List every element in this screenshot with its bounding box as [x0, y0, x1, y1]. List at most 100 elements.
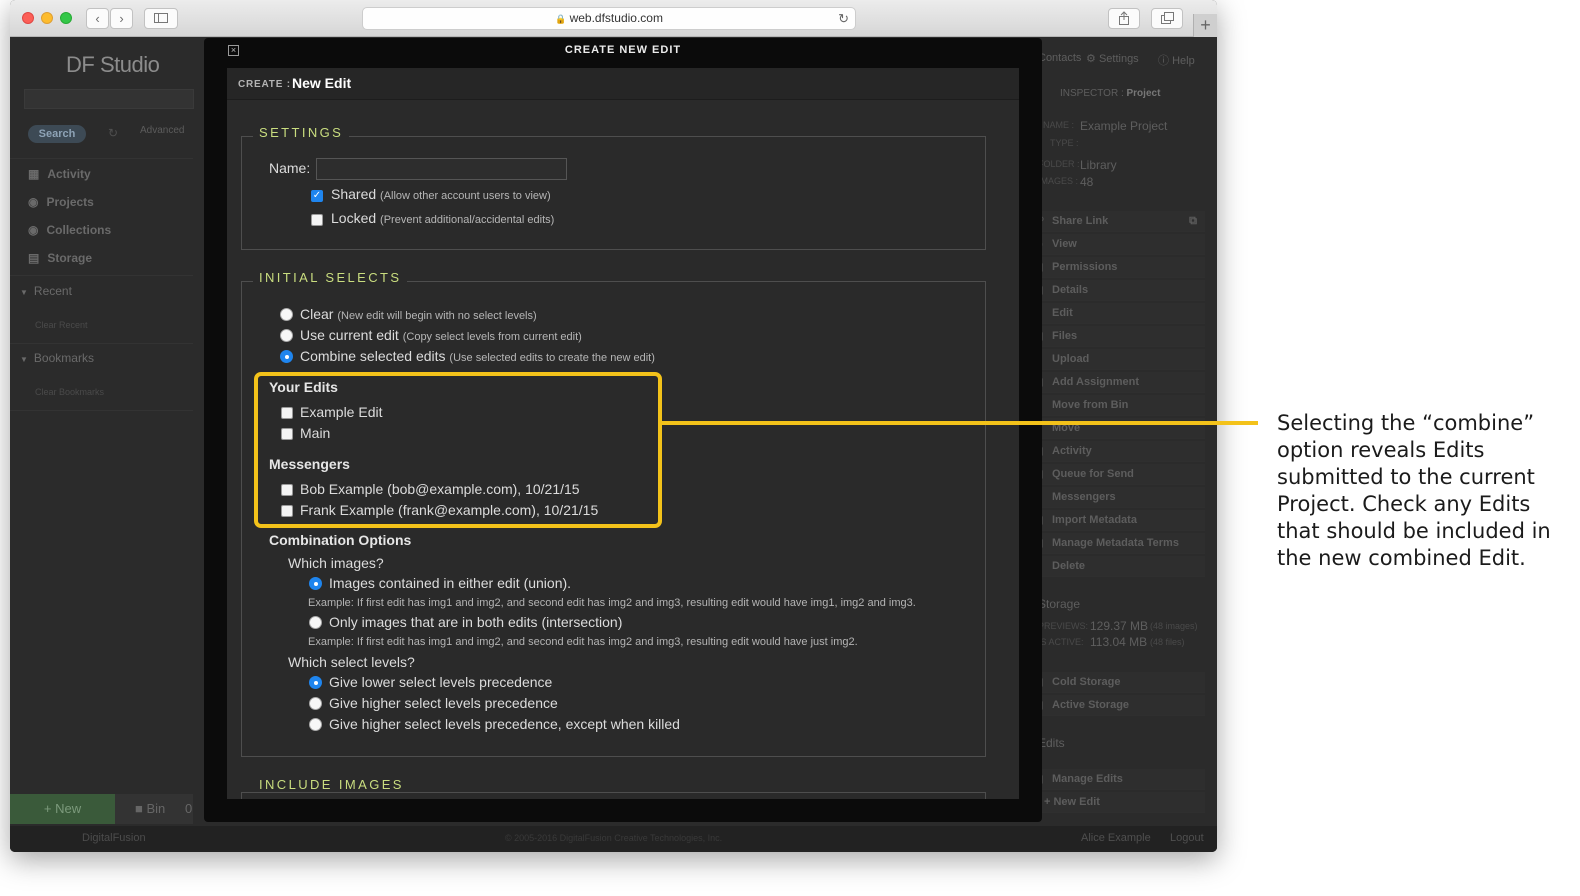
action-files[interactable]: ▤Files: [1030, 326, 1205, 347]
reset-icon[interactable]: ↻: [108, 126, 118, 140]
sidebar-footer: + New ■ Bin 0: [10, 794, 193, 824]
settings-legend: SETTINGS: [253, 125, 350, 140]
triangle-down-icon: ▼: [20, 288, 28, 297]
recent-section-toggle[interactable]: ▼ Recent: [20, 284, 72, 298]
sidebar-search-input[interactable]: [24, 89, 194, 109]
lock-icon: 🔒: [555, 14, 567, 24]
back-button[interactable]: ‹: [86, 8, 109, 29]
previews-key: PREVIEWS:: [1038, 621, 1089, 631]
inspector-name-value: Example Project: [1080, 119, 1168, 133]
footer-user[interactable]: Alice Example: [1081, 832, 1151, 844]
include-images-legend: INCLUDE IMAGES: [253, 777, 410, 792]
inspector-folder-value: Library: [1080, 158, 1117, 172]
activity-icon: ▦: [28, 167, 40, 181]
tabs-overview-button[interactable]: [1151, 8, 1183, 29]
inspector-type-key: TYPE :: [1050, 138, 1079, 148]
locked-checkbox[interactable]: [311, 214, 323, 226]
nav-contacts[interactable]: Contacts: [1038, 52, 1081, 64]
annotation-text: Selecting the “combine” option reveals E…: [1277, 411, 1551, 570]
zoom-window-button[interactable]: [60, 12, 72, 24]
sidebar-toggle-button[interactable]: [144, 8, 178, 29]
footer-copyright: © 2005-2016 DigitalFusion Creative Techn…: [505, 833, 723, 843]
action-queue-for-send[interactable]: ▤Queue for Send: [1030, 464, 1205, 485]
action-add-assignment[interactable]: ▤Add Assignment: [1030, 372, 1205, 393]
inspector-images-key: IMAGES :: [1038, 176, 1079, 186]
use-current-edit-radio[interactable]: [280, 329, 293, 342]
action-cold-storage[interactable]: ▤Cold Storage: [1030, 672, 1205, 693]
action-permissions[interactable]: ▤Permissions: [1030, 257, 1205, 278]
use-current-edit-option: Use current edit (Copy select levels fro…: [300, 327, 582, 343]
action-delete[interactable]: ✕Delete: [1030, 556, 1205, 577]
combination-options-header: Combination Options: [269, 532, 412, 548]
action-view[interactable]: ◉View: [1030, 234, 1205, 255]
close-window-button[interactable]: [22, 12, 34, 24]
clear-recent-link[interactable]: Clear Recent: [35, 320, 88, 330]
address-bar[interactable]: 🔒 web.dfstudio.com ↻: [362, 7, 856, 30]
action-active-storage[interactable]: ▤Active Storage: [1030, 695, 1205, 716]
action-new-edit[interactable]: + New Edit: [1030, 792, 1205, 813]
name-field[interactable]: [316, 158, 567, 180]
collections-icon: ◉: [28, 223, 39, 237]
create-header: CREATE : New Edit: [227, 68, 1019, 100]
action-edit[interactable]: ✎Edit: [1030, 303, 1205, 324]
gear-icon: ⚙: [1086, 53, 1096, 65]
modal-title: CREATE NEW EDIT: [564, 44, 682, 56]
union-radio[interactable]: [309, 577, 322, 590]
which-images-label: Which images?: [288, 555, 384, 571]
forward-button[interactable]: ›: [110, 8, 133, 29]
sidebar-item-projects[interactable]: ◉ Projects: [28, 195, 94, 209]
create-prefix: CREATE :: [238, 79, 291, 90]
clear-radio[interactable]: [280, 308, 293, 321]
action-activity[interactable]: ▦Activity: [1030, 441, 1205, 462]
combine-selected-edits-radio[interactable]: [280, 350, 293, 363]
action-import-metadata[interactable]: ▤Import Metadata: [1030, 510, 1205, 531]
plus-icon: +: [1200, 15, 1211, 35]
action-manage-metadata-terms[interactable]: ▤Manage Metadata Terms: [1030, 533, 1205, 554]
sidebar-item-activity[interactable]: ▦ Activity: [28, 167, 91, 181]
storage-icon: ▤: [28, 251, 40, 265]
intersection-radio[interactable]: [309, 616, 322, 629]
union-example: Example: If first edit has img1 and img2…: [308, 597, 916, 609]
locked-option: Locked (Prevent additional/accidental ed…: [331, 210, 555, 226]
nav-settings[interactable]: ⚙ Settings: [1086, 52, 1139, 65]
logout-link[interactable]: Logout: [1170, 832, 1204, 844]
action-move-from-bin[interactable]: ←Move from Bin: [1030, 395, 1205, 416]
divider: [10, 158, 193, 159]
action-messengers[interactable]: ✉Messengers: [1030, 487, 1205, 508]
intersection-example: Example: If first edit has img1 and img2…: [308, 636, 858, 648]
higher-precedence-radio[interactable]: [309, 697, 322, 710]
sidebar-item-storage[interactable]: ▤ Storage: [28, 251, 92, 265]
bin-button[interactable]: ■ Bin: [135, 801, 165, 816]
clear-option: Clear (New edit will begin with no selec…: [300, 306, 537, 322]
callout-line: [662, 421, 1258, 425]
action-manage-edits[interactable]: ▤Manage Edits: [1030, 769, 1205, 790]
reload-icon[interactable]: ↻: [838, 8, 849, 29]
new-tab-button[interactable]: +: [1193, 14, 1217, 37]
higher-except-killed-radio[interactable]: [309, 718, 322, 731]
triangle-down-icon: ▼: [20, 355, 28, 364]
action-details[interactable]: ▤Details: [1030, 280, 1205, 301]
copy-icon[interactable]: ⧉: [1189, 211, 1197, 232]
combine-selected-edits-option: Combine selected edits (Use selected edi…: [300, 348, 655, 364]
create-name: New Edit: [292, 75, 352, 91]
advanced-search-link[interactable]: Advanced: [140, 125, 184, 136]
chevron-right-icon: ›: [119, 11, 124, 26]
bookmarks-section-toggle[interactable]: ▼ Bookmarks: [20, 351, 94, 365]
nav-help[interactable]: ⓘ Help: [1158, 52, 1195, 68]
action-upload[interactable]: ↑Upload: [1030, 349, 1205, 370]
shared-checkbox[interactable]: ✓: [311, 190, 323, 202]
minimize-window-button[interactable]: [41, 12, 53, 24]
which-levels-label: Which select levels?: [288, 654, 415, 670]
search-button[interactable]: Search: [28, 125, 86, 143]
bin-count: 0: [185, 801, 193, 816]
include-images-fieldset: [241, 792, 986, 799]
browser-toolbar: ‹ › 🔒 web.dfstudio.com ↻ +: [10, 0, 1217, 37]
sidebar-item-collections[interactable]: ◉ Collections: [28, 223, 111, 237]
previews-note: (48 images): [1150, 621, 1198, 631]
projects-icon: ◉: [28, 195, 39, 209]
new-button[interactable]: + New: [10, 794, 115, 824]
share-button[interactable]: [1108, 8, 1140, 29]
action-share-link[interactable]: ☍Share Link⧉: [1030, 211, 1205, 232]
clear-bookmarks-link[interactable]: Clear Bookmarks: [35, 387, 104, 397]
lower-precedence-radio[interactable]: [309, 676, 322, 689]
